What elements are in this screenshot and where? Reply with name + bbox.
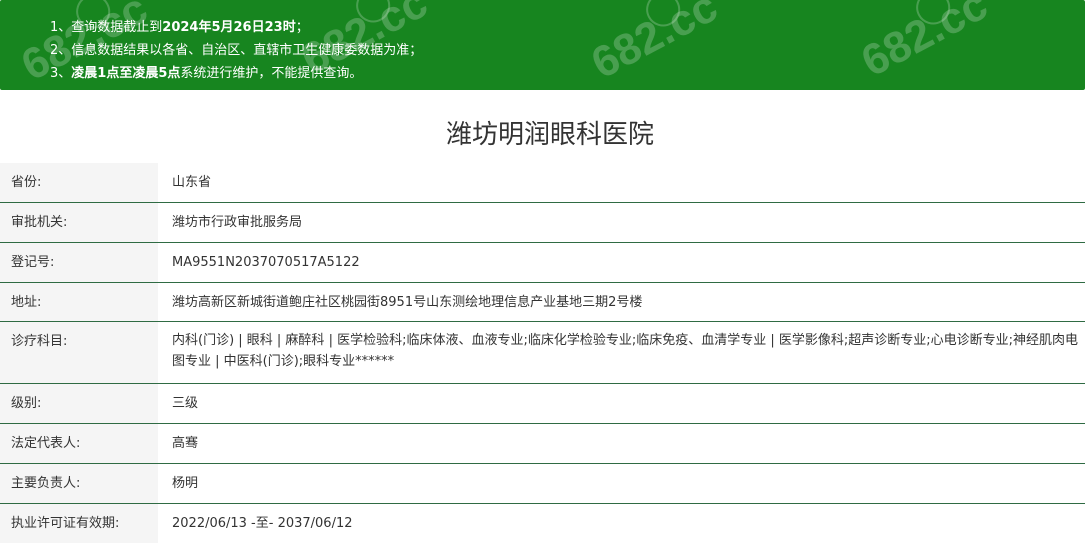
- detail-value: 三级: [172, 396, 199, 411]
- detail-label: 登记号:: [0, 243, 158, 282]
- detail-row-principal: 主要负责人: 杨明: [0, 464, 1085, 504]
- detail-label: 省份:: [0, 163, 158, 202]
- detail-value: 山东省: [172, 175, 212, 190]
- notice-line-2: 2、信息数据结果以各省、自治区、直辖市卫生健康委数据为准；: [50, 39, 422, 58]
- hospital-title: 潍坊明润眼科医院: [445, 120, 654, 150]
- detail-row-province: 省份: 山东省: [0, 163, 1085, 203]
- detail-value: 杨明: [172, 476, 199, 491]
- detail-row-authority: 审批机关: 潍坊市行政审批服务局: [0, 203, 1085, 243]
- notice-banner: 682.cc 682.cc 682.cc 682.cc 1、查询数据截止到202…: [0, 0, 1085, 90]
- detail-label: 法定代表人:: [0, 424, 158, 463]
- notice-text: ；: [295, 20, 309, 35]
- detail-value: 高骞: [172, 436, 199, 451]
- notice-line-3: 3、凌晨1点至凌晨5点系统进行维护，不能提供查询。: [50, 62, 362, 81]
- notice-text: 系统进行维护，不能提供查询。: [180, 66, 363, 81]
- watermark-logo: 682.cc: [582, 0, 725, 90]
- watermark-logo: 682.cc: [852, 0, 995, 90]
- detail-row-registration: 登记号: MA9551N2037070517A5122: [0, 243, 1085, 283]
- detail-value: MA9551N2037070517A5122: [172, 255, 360, 270]
- detail-value: 内科(门诊) | 眼科 | 麻醉科 | 医学检验科;临床体液、血液专业;临床化学…: [172, 333, 1079, 369]
- detail-value: 潍坊高新区新城街道鲍庄社区桃园街8951号山东测绘地理信息产业基地三期2号楼: [172, 295, 643, 310]
- detail-label: 执业许可证有效期:: [0, 504, 158, 543]
- notice-text: 1、查询数据截止到: [50, 20, 163, 35]
- detail-row-license-validity: 执业许可证有效期: 2022/06/13 -至- 2037/06/12: [0, 504, 1085, 543]
- detail-label: 审批机关:: [0, 203, 158, 242]
- detail-label: 级别:: [0, 384, 158, 423]
- notice-line-1: 1、查询数据截止到2024年5月26日23时；: [50, 16, 309, 35]
- notice-date: 2024年5月26日23时: [162, 20, 296, 35]
- detail-row-legal-rep: 法定代表人: 高骞: [0, 424, 1085, 464]
- detail-label: 主要负责人:: [0, 464, 158, 503]
- detail-row-departments: 诊疗科目: 内科(门诊) | 眼科 | 麻醉科 | 医学检验科;临床体液、血液专…: [0, 322, 1085, 384]
- detail-row-level: 级别: 三级: [0, 384, 1085, 424]
- details-table: 省份: 山东省 审批机关: 潍坊市行政审批服务局 登记号: MA9551N203…: [0, 163, 1085, 543]
- detail-value: 2022/06/13 -至- 2037/06/12: [172, 516, 353, 531]
- detail-value: 潍坊市行政审批服务局: [172, 215, 303, 230]
- notice-text: 2、信息数据结果以各省、自治区、直辖市卫生健康委数据为准；: [50, 43, 423, 58]
- notice-maintenance-time: 凌晨1点至凌晨5点: [71, 66, 181, 81]
- detail-row-address: 地址: 潍坊高新区新城街道鲍庄社区桃园街8951号山东测绘地理信息产业基地三期2…: [0, 283, 1085, 322]
- detail-label: 地址:: [0, 283, 158, 321]
- notice-text: 3、: [50, 66, 72, 81]
- detail-label: 诊疗科目:: [0, 322, 158, 383]
